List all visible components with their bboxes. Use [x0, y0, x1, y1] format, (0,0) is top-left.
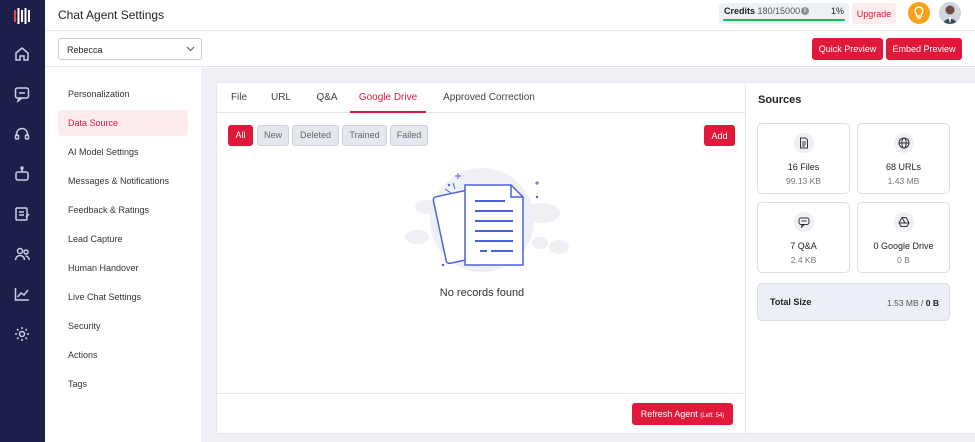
- file-icon: [800, 137, 808, 149]
- nav-item-feedback-ratings[interactable]: Feedback & Ratings: [58, 197, 188, 223]
- settings-gear-icon[interactable]: [13, 325, 31, 343]
- users-icon[interactable]: [13, 245, 31, 263]
- tab-url[interactable]: URL: [267, 83, 295, 113]
- credits-value: 180/15000: [757, 6, 801, 16]
- agent-select-value: Rebecca: [67, 45, 103, 55]
- source-card-files[interactable]: 16 Files 99.13 KB: [757, 123, 850, 194]
- empty-state-text: No records found: [439, 287, 525, 299]
- lightbulb-icon[interactable]: [908, 2, 930, 24]
- sources-title: Sources: [758, 94, 802, 106]
- google-drive-icon: [898, 217, 910, 227]
- credits-meter: Credits 180/15000 i 1%: [719, 3, 849, 24]
- source-card-title: 16 Files: [787, 162, 820, 172]
- filter-trained[interactable]: Trained: [342, 125, 387, 146]
- nav-item-human-handover[interactable]: Human Handover: [58, 255, 188, 281]
- panel-footer: Refresh Agent (Left: 54): [217, 393, 747, 435]
- top-header: Chat Agent Settings Credits 180/15000 i …: [45, 0, 975, 31]
- total-size-box: Total Size 1.53 MB / 0 B: [757, 283, 950, 321]
- agent-toolbar: Rebecca Quick Preview Embed Preview: [45, 31, 975, 67]
- source-card-urls[interactable]: 68 URLs 1.43 MB: [857, 123, 950, 194]
- chevron-down-icon: [186, 46, 195, 52]
- data-source-panel: File URL Q&A Google Drive Approved Corre…: [216, 82, 747, 435]
- empty-documents-illustration: [405, 168, 569, 272]
- analytics-icon[interactable]: [13, 285, 31, 303]
- filter-failed[interactable]: Failed: [390, 125, 428, 146]
- embed-preview-button[interactable]: Embed Preview: [886, 38, 962, 60]
- bot-icon[interactable]: [13, 165, 31, 183]
- app-logo-icon[interactable]: [12, 6, 32, 26]
- source-tabs: File URL Q&A Google Drive Approved Corre…: [217, 83, 747, 113]
- upgrade-button[interactable]: Upgrade: [852, 3, 896, 24]
- source-card-title: 7 Q&A: [790, 241, 817, 251]
- app-rail: [0, 0, 45, 442]
- nav-item-ai-model-settings[interactable]: AI Model Settings: [58, 139, 188, 165]
- source-card-qa[interactable]: 7 Q&A 2.4 KB: [757, 202, 850, 273]
- home-icon[interactable]: [13, 45, 31, 63]
- refresh-agent-button[interactable]: Refresh Agent (Left: 54): [632, 403, 733, 425]
- filter-all[interactable]: All: [228, 125, 253, 146]
- sources-panel: Sources 16 Files 99.13 KB 68 URLs 1.43 M…: [746, 82, 975, 434]
- settings-nav: Personalization Data Source AI Model Set…: [45, 68, 201, 442]
- credits-progress-bar: [723, 19, 845, 21]
- globe-icon: [898, 137, 910, 149]
- nav-item-actions[interactable]: Actions: [58, 342, 188, 368]
- total-size-used: 1.53 MB /: [887, 298, 924, 308]
- total-size-label: Total Size: [770, 297, 812, 307]
- credits-label: Credits: [724, 6, 756, 16]
- quick-preview-button[interactable]: Quick Preview: [812, 38, 883, 60]
- nav-item-tags[interactable]: Tags: [58, 371, 188, 397]
- tab-approved-correction[interactable]: Approved Correction: [439, 83, 539, 113]
- filter-deleted[interactable]: Deleted: [292, 125, 339, 146]
- nav-item-data-source[interactable]: Data Source: [58, 110, 188, 136]
- source-card-title: 68 URLs: [885, 162, 921, 172]
- nav-item-security[interactable]: Security: [58, 313, 188, 339]
- refresh-left-count: (Left: 54): [700, 413, 725, 419]
- refresh-agent-label: Refresh Agent: [640, 409, 698, 419]
- tab-qa[interactable]: Q&A: [311, 83, 343, 113]
- source-card-size: 2.4 KB: [790, 255, 817, 265]
- source-card-google-drive[interactable]: 0 Google Drive 0 B: [857, 202, 950, 273]
- page-title: Chat Agent Settings: [58, 8, 165, 22]
- source-card-size: 99.13 KB: [786, 176, 821, 186]
- knowledge-icon[interactable]: [13, 205, 31, 223]
- user-avatar[interactable]: [939, 2, 961, 24]
- nav-item-live-chat-settings[interactable]: Live Chat Settings: [58, 284, 188, 310]
- info-icon[interactable]: i: [801, 7, 809, 15]
- chat-icon[interactable]: [13, 85, 31, 103]
- add-button[interactable]: Add: [704, 125, 735, 146]
- total-size-limit: 0 B: [925, 298, 939, 308]
- source-card-size: 1.43 MB: [887, 176, 920, 186]
- agent-select[interactable]: Rebecca: [58, 38, 202, 60]
- filter-new[interactable]: New: [257, 125, 289, 146]
- nav-item-personalization[interactable]: Personalization: [58, 81, 188, 107]
- tab-google-drive[interactable]: Google Drive: [350, 83, 426, 113]
- source-card-title: 0 Google Drive: [873, 241, 934, 251]
- qa-chat-icon: [798, 217, 810, 228]
- nav-item-messages-notifications[interactable]: Messages & Notifications: [58, 168, 188, 194]
- source-card-size: 0 B: [897, 255, 910, 265]
- tab-file[interactable]: File: [225, 83, 253, 113]
- headset-icon[interactable]: [13, 125, 31, 143]
- nav-item-lead-capture[interactable]: Lead Capture: [58, 226, 188, 252]
- credits-percent: 1%: [830, 6, 844, 16]
